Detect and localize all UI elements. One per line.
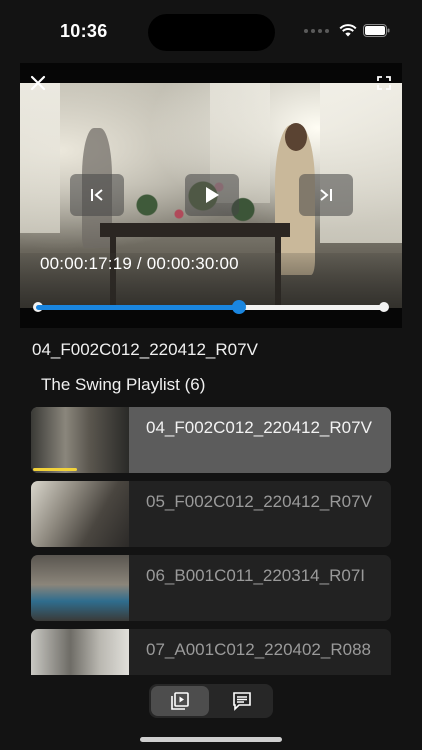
home-indicator[interactable] [140, 737, 282, 742]
play-icon [206, 187, 219, 203]
clip-thumbnail [31, 629, 129, 675]
playlist-item-label: 06_B001C011_220314_R07I [146, 566, 365, 585]
scrubber-track[interactable] [33, 300, 389, 314]
clip-thumbnail [31, 481, 129, 547]
playlist-title: The Swing Playlist (6) [41, 375, 206, 394]
wifi-icon [339, 24, 357, 37]
status-icons [304, 24, 390, 37]
tab-playlist[interactable] [151, 686, 209, 716]
scrubber-handle[interactable] [232, 300, 246, 314]
current-clip-title: 04_F002C012_220412_R07V [32, 340, 258, 359]
dynamic-island [148, 14, 275, 51]
previous-button[interactable] [70, 174, 124, 216]
clip-thumbnail [31, 555, 129, 621]
clip-thumbnail [31, 407, 129, 473]
close-button[interactable] [26, 71, 50, 95]
playlist-item[interactable]: 04_F002C012_220412_R07V [31, 407, 391, 473]
next-button[interactable] [299, 174, 353, 216]
playlist-item-label: 05_F002C012_220412_R07V [146, 492, 372, 511]
play-button[interactable] [185, 174, 239, 216]
fullscreen-button[interactable] [372, 71, 396, 95]
scrubber-progress [36, 305, 239, 310]
timecode: 00:00:17:19 / 00:00:30:00 [40, 254, 239, 273]
video-player[interactable]: 00:00:17:19 / 00:00:30:00 [20, 63, 402, 328]
playlist-item-label: 07_A001C012_220402_R088 [146, 640, 371, 659]
playlist-item[interactable]: 06_B001C011_220314_R07I [31, 555, 391, 621]
status-bar: 10:36 [0, 0, 422, 62]
status-time: 10:36 [60, 21, 108, 41]
fullscreen-icon [377, 76, 391, 90]
skip-previous-icon [91, 189, 103, 201]
signal-icon [304, 28, 329, 33]
comments-icon [233, 692, 251, 711]
close-icon [30, 75, 46, 91]
view-switcher[interactable] [149, 684, 273, 718]
battery-icon [363, 24, 390, 37]
watch-progress-bar [33, 468, 77, 471]
playlist-item-label: 04_F002C012_220412_R07V [146, 418, 372, 437]
tab-comments[interactable] [213, 686, 271, 716]
playlist-item[interactable]: 07_A001C012_220402_R088 [31, 629, 391, 675]
playlist-item[interactable]: 05_F002C012_220412_R07V [31, 481, 391, 547]
skip-next-icon [320, 189, 332, 201]
playlist-icon [171, 692, 189, 710]
playlist-list[interactable]: 04_F002C012_220412_R07V 05_F002C012_2204… [31, 407, 391, 675]
